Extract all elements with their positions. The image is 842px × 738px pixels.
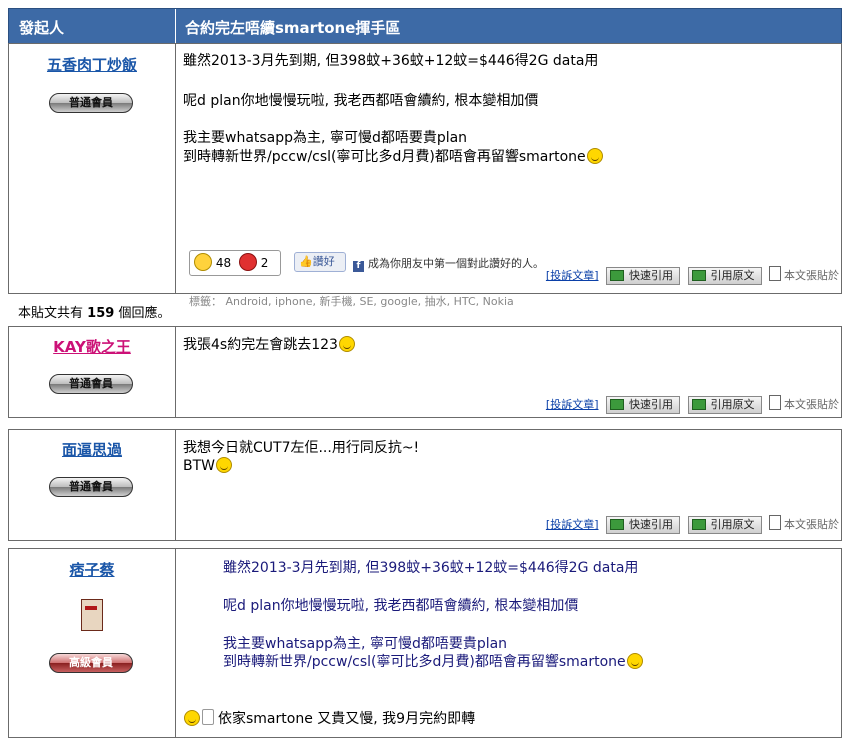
document-icon [769, 515, 781, 530]
rating-widget: 48 2 [189, 250, 281, 276]
avatar-face-detail [85, 606, 97, 610]
member-badge: 普通會員 [49, 374, 133, 394]
quote-line: 我主要whatsapp為主, 寧可慢d都唔要貴plan [223, 636, 508, 652]
quick-quote-button[interactable]: 快速引用 [606, 516, 680, 534]
post-line-with-smiley: BTW [183, 457, 232, 476]
quote-original-button[interactable]: 引用原文 [687, 267, 762, 285]
reply-count-suffix: 個回應。 [118, 306, 171, 321]
post-line: 呢d plan你地慢慢玩啦, 我老西都唔會續約, 根本變相加價 [183, 93, 539, 109]
report-link[interactable]: [投訴文章] [546, 518, 599, 531]
smiley-icon [338, 336, 355, 352]
report-link[interactable]: [投訴文章] [546, 269, 599, 282]
header-author-label: 發起人 [19, 19, 65, 37]
report-link[interactable]: [投訴文章] [546, 398, 599, 411]
quick-quote-button[interactable]: 快速引用 [606, 396, 680, 414]
posted-at-label: 本文張貼於 [784, 518, 839, 531]
facebook-like-text: f 成為你朋友中第一個對此讚好的人。 [353, 255, 544, 272]
post-divider [175, 549, 176, 737]
facebook-like-message: 成為你朋友中第一個對此讚好的人。 [368, 257, 544, 270]
original-post: 五香肉丁炒飯 普通會員 雖然2013-3月先到期, 但398蚊+36蚊+12蚊=… [8, 43, 842, 308]
smiley-icon [184, 710, 200, 726]
thumbs-up-icon [202, 709, 214, 725]
post-author-link[interactable]: 痞子蔡 [9, 559, 175, 580]
post-actions: [投訴文章] 快速引用 引用原文 本文張貼於 [546, 515, 839, 534]
quote-line: 呢d plan你地慢慢玩啦, 我老西都唔會續約, 根本變相加價 [223, 598, 579, 614]
quote-line: 雖然2013-3月先到期, 但398蚊+36蚊+12蚊=$446得2G data… [223, 560, 639, 576]
post-line: BTW [183, 458, 215, 474]
like-button[interactable]: 👍讚好 [294, 252, 346, 272]
user-avatar [81, 599, 103, 631]
smiley-icon [626, 653, 643, 669]
reply-line: 依家smartone 又貴又慢, 我9月完約即轉 [218, 711, 476, 727]
member-badge: 普通會員 [49, 93, 133, 113]
smiley-icon [216, 457, 232, 473]
reply-count: 本貼文共有 159 個回應。 [18, 302, 170, 321]
facebook-icon: f [353, 261, 364, 272]
post-author-link[interactable]: 面逼思過 [9, 439, 175, 460]
quick-quote-button[interactable]: 快速引用 [606, 267, 680, 285]
reply-post: KAY歌之王 普通會員 我張4s約完左會跳去123 [投訴文章] 快速引用 引用… [8, 326, 842, 418]
reply-line-with-icons: 依家smartone 又貴又慢, 我9月完約即轉 [183, 709, 475, 729]
reply-post: 面逼思過 普通會員 我想今日就CUT7左佢...用行同反抗~! BTW [投訴文… [8, 429, 842, 541]
document-icon [769, 266, 781, 281]
post-divider [175, 430, 176, 540]
document-icon [769, 395, 781, 410]
post-author-link[interactable]: KAY歌之王 [9, 336, 175, 357]
posted-at-label: 本文張貼於 [784, 398, 839, 411]
post-divider [175, 44, 176, 293]
rating-up-count: 48 [215, 256, 232, 270]
post-divider [175, 327, 176, 417]
quote-original-button[interactable]: 引用原文 [687, 516, 762, 534]
post-line: 我主要whatsapp為主, 寧可慢d都唔要貴plan [183, 130, 468, 146]
reply-post: 痞子蔡 高級會員 雖然2013-3月先到期, 但398蚊+36蚊+12蚊=$44… [8, 548, 842, 738]
post-line: 我張4s約完左會跳去123 [183, 337, 338, 353]
post-actions: [投訴文章] 快速引用 引用原文 本文張貼於 [546, 395, 839, 414]
post-actions: [投訴文章] 快速引用 引用原文 本文張貼於 [546, 266, 839, 285]
member-badge: 普通會員 [49, 477, 133, 497]
thread-header: 發起人 合約完左唔續smartone揮手區 [8, 8, 842, 44]
post-line-with-smiley: 我張4s約完左會跳去123 [183, 336, 355, 355]
rating-down-count: 2 [260, 256, 269, 270]
post-line: 我想今日就CUT7左佢...用行同反抗~! [183, 440, 420, 456]
posted-at-label: 本文張貼於 [784, 269, 839, 282]
post-tags: 標籤： Android, iphone, 新手機, SE, google, 抽水… [189, 295, 514, 308]
post-line: 雖然2013-3月先到期, 但398蚊+36蚊+12蚊=$446得2G data… [183, 53, 599, 69]
thumbs-down-icon[interactable] [238, 253, 257, 271]
reply-count-prefix: 本貼文共有 [18, 306, 84, 321]
thread-title: 合約完左唔續smartone揮手區 [185, 19, 401, 37]
member-badge: 高級會員 [49, 653, 133, 673]
post-line: 到時轉新世界/pccw/csl(寧可比多d月費)都唔會再留響smartone [183, 149, 586, 165]
smiley-icon [586, 148, 603, 164]
quote-line-with-smiley: 到時轉新世界/pccw/csl(寧可比多d月費)都唔會再留響smartone [223, 653, 643, 672]
quote-original-button[interactable]: 引用原文 [687, 396, 762, 414]
thumbs-up-icon[interactable] [194, 253, 212, 271]
quote-line: 到時轉新世界/pccw/csl(寧可比多d月費)都唔會再留響smartone [223, 654, 626, 670]
like-label: 讚好 [312, 255, 335, 268]
reply-count-number: 159 [87, 306, 115, 321]
post-author-link[interactable]: 五香肉丁炒飯 [9, 54, 175, 75]
post-line-with-smiley: 到時轉新世界/pccw/csl(寧可比多d月費)都唔會再留響smartone [183, 148, 603, 167]
